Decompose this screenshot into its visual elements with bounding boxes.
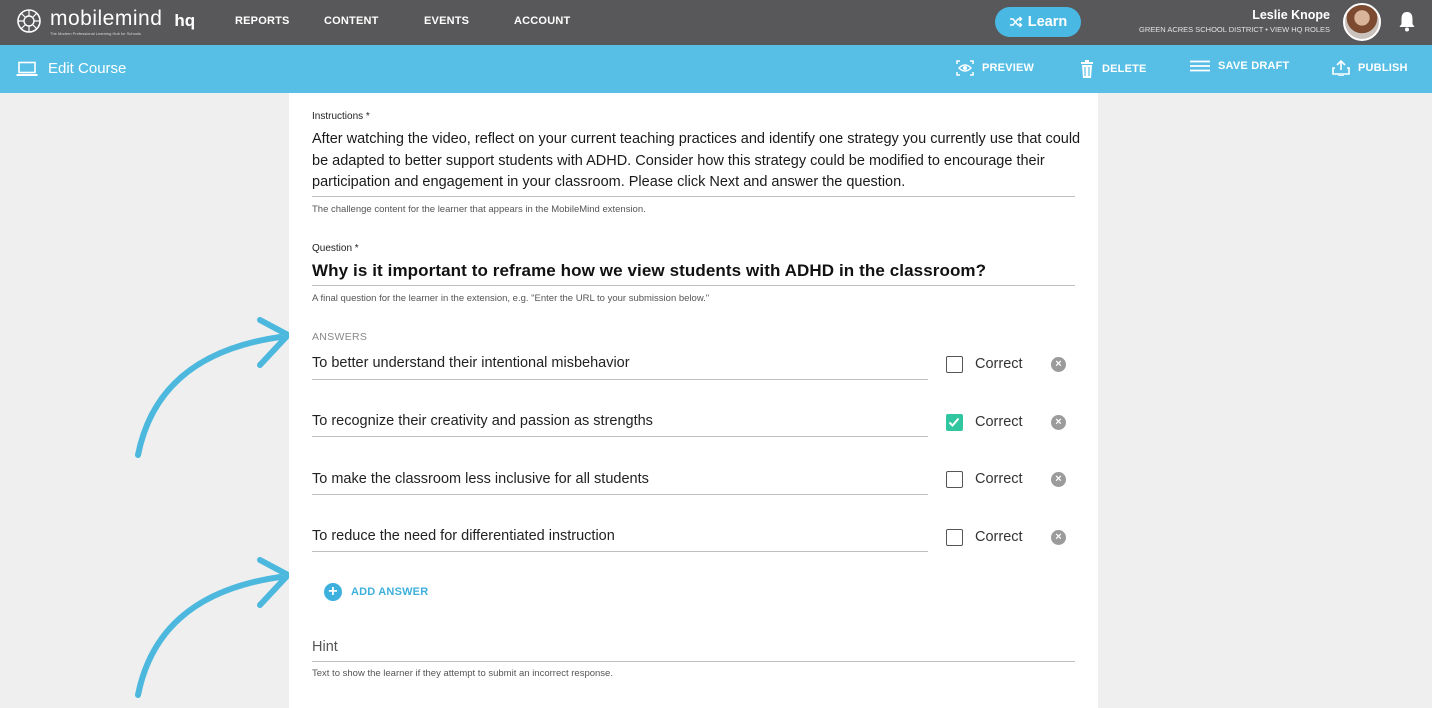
answers-label: ANSWERS <box>312 331 368 343</box>
remove-answer-icon[interactable]: × <box>1051 357 1066 372</box>
laptop-icon <box>16 61 38 76</box>
correct-label[interactable]: Correct <box>975 356 1023 372</box>
hint-underline <box>312 661 1075 662</box>
instructions-field[interactable]: After watching the video, reflect on you… <box>312 129 1082 194</box>
question-field[interactable]: Why is it important to reframe how we vi… <box>312 261 986 281</box>
instructions-helper: The challenge content for the learner th… <box>312 204 646 215</box>
answer-input[interactable]: To better understand their intentional m… <box>312 355 630 371</box>
save-draft-label: SAVE DRAFT <box>1218 60 1290 72</box>
bell-icon[interactable] <box>1398 10 1416 32</box>
answer-underline <box>312 494 928 495</box>
add-answer-label: ADD ANSWER <box>351 586 429 598</box>
instructions-label: Instructions * <box>312 111 370 122</box>
brand-name: mobilemind <box>50 7 163 30</box>
lines-icon <box>1190 60 1210 72</box>
nav-content[interactable]: CONTENT <box>324 15 379 27</box>
instructions-underline <box>312 196 1075 197</box>
correct-label[interactable]: Correct <box>975 529 1023 545</box>
answer-underline <box>312 551 928 552</box>
answer-input[interactable]: To reduce the need for differentiated in… <box>312 528 615 544</box>
brand-tagline: The Modern Professional Learning Hub for… <box>50 31 141 36</box>
delete-button[interactable]: DELETE <box>1080 60 1147 78</box>
learn-button[interactable]: Learn <box>995 7 1081 37</box>
top-navigation-bar: mobilemind The Modern Professional Learn… <box>0 0 1432 45</box>
preview-label: PREVIEW <box>982 62 1035 74</box>
correct-label[interactable]: Correct <box>975 414 1023 430</box>
remove-answer-icon[interactable]: × <box>1051 530 1066 545</box>
nav-reports[interactable]: REPORTS <box>235 15 290 27</box>
edit-course-toolbar: Edit Course PREVIEW DELETE SAVE DRAFT PU… <box>0 45 1432 93</box>
trash-icon <box>1081 60 1093 78</box>
answer-input[interactable]: To recognize their creativity and passio… <box>312 413 653 429</box>
correct-checkbox[interactable] <box>946 471 963 488</box>
publish-label: PUBLISH <box>1358 62 1408 74</box>
upload-icon <box>1332 60 1350 76</box>
plus-icon: + <box>324 583 342 601</box>
correct-checkbox[interactable] <box>946 529 963 546</box>
correct-checkbox[interactable] <box>946 414 963 431</box>
answer-input[interactable]: To make the classroom less inclusive for… <box>312 471 649 487</box>
save-draft-button[interactable]: SAVE DRAFT <box>1190 60 1289 72</box>
annotation-arrow-icon <box>135 317 291 458</box>
avatar[interactable] <box>1343 3 1381 41</box>
publish-button[interactable]: PUBLISH <box>1332 60 1408 76</box>
correct-label[interactable]: Correct <box>975 471 1023 487</box>
course-form-panel: Instructions * After watching the video,… <box>289 93 1098 708</box>
checkmark-icon <box>948 417 960 427</box>
remove-answer-icon[interactable]: × <box>1051 415 1066 430</box>
brand-logo-link[interactable]: mobilemind The Modern Professional Learn… <box>16 8 195 36</box>
question-underline <box>312 285 1075 286</box>
brand-hq: hq <box>174 11 196 30</box>
page-title: Edit Course <box>16 60 126 77</box>
hint-helper: Text to show the learner if they attempt… <box>312 668 613 679</box>
user-name[interactable]: Leslie Knope <box>1252 8 1330 22</box>
brain-logo-icon <box>17 9 41 33</box>
user-district[interactable]: GREEN ACRES SCHOOL DISTRICT • VIEW HQ RO… <box>1139 25 1330 34</box>
page-title-text: Edit Course <box>48 60 127 77</box>
add-answer-button[interactable]: + ADD ANSWER <box>324 583 428 601</box>
eye-icon <box>956 60 974 76</box>
answer-underline <box>312 379 928 380</box>
preview-button[interactable]: PREVIEW <box>956 60 1034 76</box>
remove-answer-icon[interactable]: × <box>1051 472 1066 487</box>
hint-input[interactable]: Hint <box>312 639 338 655</box>
question-helper: A final question for the learner in the … <box>312 293 710 304</box>
question-label: Question * <box>312 243 359 254</box>
shuffle-icon <box>1009 16 1023 28</box>
nav-events[interactable]: EVENTS <box>424 15 469 27</box>
nav-account[interactable]: ACCOUNT <box>514 15 570 27</box>
delete-label: DELETE <box>1102 63 1147 75</box>
correct-checkbox[interactable] <box>946 356 963 373</box>
annotation-arrow-icon <box>135 557 291 698</box>
answer-underline <box>312 436 928 437</box>
learn-label: Learn <box>1027 14 1068 30</box>
